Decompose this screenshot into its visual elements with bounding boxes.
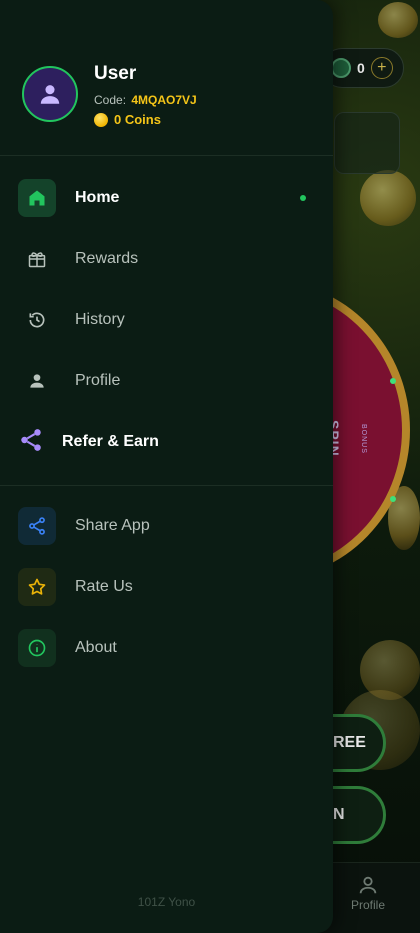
- divider: [0, 485, 333, 486]
- referral-code[interactable]: 4MQAO7VJ: [131, 93, 196, 107]
- coin-balance-row: 0 Coins: [94, 112, 161, 127]
- avatar[interactable]: [22, 66, 78, 122]
- nav-item-about[interactable]: About: [0, 620, 333, 676]
- nav-item-share-app[interactable]: Share App: [0, 498, 333, 554]
- nav-label-rate-us: Rate Us: [75, 578, 133, 595]
- nav-label-about: About: [75, 639, 117, 656]
- coin-icon: [94, 112, 108, 127]
- nav-item-refer-earn[interactable]: Refer & Earn: [0, 414, 333, 470]
- person-icon: [359, 876, 377, 894]
- nav-label-profile: Profile: [75, 372, 121, 389]
- active-indicator: [300, 195, 306, 201]
- history-icon: [18, 301, 56, 339]
- nav-item-rewards[interactable]: Rewards: [0, 231, 333, 287]
- nav-item-history[interactable]: History: [0, 292, 333, 348]
- code-label: Code:: [94, 93, 127, 107]
- person-icon: [18, 362, 56, 400]
- navigation-drawer: User Code: 4MQAO7VJ 0 Coins Home Rewards: [0, 0, 333, 933]
- coin-balance-pill[interactable]: 0 +: [322, 48, 404, 88]
- nav-item-rate-us[interactable]: Rate Us: [0, 559, 333, 615]
- info-icon: [18, 629, 56, 667]
- coin-decoration: [378, 2, 418, 38]
- gift-icon: [18, 240, 56, 278]
- add-coins-button[interactable]: +: [370, 57, 393, 79]
- bonus-label: BONUS: [360, 424, 367, 454]
- share-icon: [18, 427, 44, 458]
- nav-label-rewards: Rewards: [75, 250, 139, 267]
- nav-label-home: Home: [75, 189, 120, 206]
- nav-label-share-app: Share App: [75, 517, 150, 534]
- coin-balance: 0: [357, 60, 365, 76]
- star-icon: [18, 568, 56, 606]
- coin-decoration: [360, 170, 416, 226]
- referral-code-row: Code: 4MQAO7VJ: [94, 93, 197, 107]
- nav-label-refer-earn: Refer & Earn: [62, 433, 159, 450]
- bottom-nav-profile-label: Profile: [350, 898, 385, 912]
- bottom-nav-profile[interactable]: Profile: [346, 874, 390, 912]
- app-version-footer: 101Z Yono: [137, 895, 196, 909]
- nav-item-home[interactable]: Home: [0, 170, 333, 226]
- home-icon: [18, 179, 56, 217]
- coin-balance-text: 0 Coins: [114, 112, 161, 127]
- share-icon: [18, 507, 56, 545]
- drawer-header: User Code: 4MQAO7VJ 0 Coins: [0, 0, 333, 156]
- coin-icon: [331, 58, 351, 78]
- wheel-light: [390, 496, 396, 502]
- person-icon: [40, 85, 60, 104]
- nav-label-history: History: [75, 311, 125, 328]
- wheel-light: [390, 378, 396, 384]
- user-name: User: [94, 63, 137, 84]
- glass-panel: [334, 112, 400, 174]
- nav-item-profile[interactable]: Profile: [0, 353, 333, 409]
